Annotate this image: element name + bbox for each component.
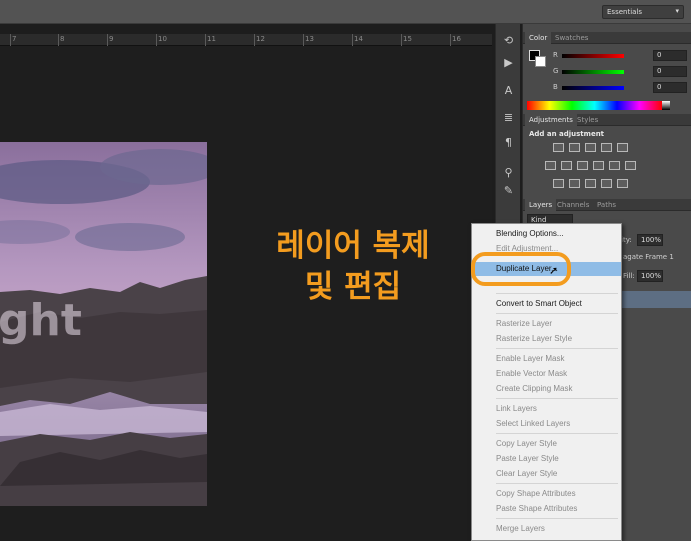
tool-presets-icon[interactable]: ✎ (499, 182, 518, 199)
posterize-icon[interactable] (569, 179, 580, 188)
threshold-icon[interactable] (585, 179, 596, 188)
menu-item-rasterize-layer-style: Rasterize Layer Style (496, 334, 573, 343)
tab-styles[interactable]: Styles (573, 114, 602, 126)
layer-name[interactable]: agate Frame 1 (623, 250, 691, 264)
ruler-number: 14 (354, 35, 363, 43)
gradient-map-icon[interactable] (601, 179, 612, 188)
image-watermark-text: ght (0, 295, 82, 346)
blue-channel-slider[interactable]: B 0 (553, 82, 691, 93)
background-color-swatch[interactable] (535, 56, 546, 67)
menu-item-create-clipping-mask: Create Clipping Mask (496, 384, 573, 393)
menu-separator (496, 348, 618, 349)
fill-field[interactable]: 100% (637, 270, 663, 282)
menu-item-link-layers: Link Layers (496, 404, 537, 413)
workspace-label: Essentials (607, 8, 643, 16)
tab-layers[interactable]: Layers (525, 199, 557, 211)
menu-item-enable-layer-mask: Enable Layer Mask (496, 354, 565, 363)
menu-item-copy-layer-style: Copy Layer Style (496, 439, 557, 448)
blue-value-field[interactable]: 0 (653, 82, 687, 93)
tab-channels[interactable]: Channels (553, 199, 593, 211)
ruler-number: 10 (158, 35, 167, 43)
ruler-number: 9 (109, 35, 114, 43)
red-value-field[interactable]: 0 (653, 50, 687, 61)
ruler-number: 12 (256, 35, 265, 43)
character-icon[interactable]: A (499, 82, 518, 99)
menu-separator (496, 293, 618, 294)
green-gradient-bar[interactable] (562, 70, 624, 74)
ruler-number: 13 (305, 35, 314, 43)
color-lookup-icon[interactable] (625, 161, 636, 170)
paragraph-icon[interactable]: ¶ (499, 134, 518, 151)
caption-line-2: 및 편집 (304, 269, 402, 305)
channel-label: G (553, 67, 559, 75)
channel-label: B (553, 83, 558, 91)
curves-icon[interactable] (585, 143, 596, 152)
history-icon[interactable]: ⟲ (499, 32, 518, 49)
grayscale-ramp[interactable] (662, 101, 670, 110)
opacity-value: 100% (641, 236, 662, 244)
green-channel-slider[interactable]: G 0 (553, 66, 691, 77)
ruler-number: 15 (403, 35, 412, 43)
ruler-number: 16 (452, 35, 461, 43)
menu-separator (496, 398, 618, 399)
ruler-number: 11 (207, 35, 216, 43)
black-white-icon[interactable] (577, 161, 588, 170)
invert-icon[interactable] (553, 179, 564, 188)
channel-label: R (553, 51, 558, 59)
clone-source-icon[interactable]: ⚲ (499, 164, 518, 181)
brush-preset-icon[interactable]: ≣ (499, 109, 518, 126)
menu-item-clear-layer-style: Clear Layer Style (496, 469, 558, 478)
ruler-number: 8 (60, 35, 65, 43)
horizontal-ruler[interactable]: 7 8 9 10 11 12 13 14 15 16 (0, 34, 492, 46)
levels-icon[interactable] (569, 143, 580, 152)
menu-separator (496, 483, 618, 484)
vibrance-icon[interactable] (617, 143, 628, 152)
adjustments-panel-tabs: Adjustments Styles (523, 114, 691, 126)
menu-item-convert-smart-object[interactable]: Convert to Smart Object (496, 297, 621, 311)
layers-panel-tabs: Layers Channels Paths (523, 199, 691, 211)
blue-gradient-bar[interactable] (562, 86, 624, 90)
menu-item-blending-options[interactable]: Blending Options... (496, 227, 621, 241)
menu-item-enable-vector-mask: Enable Vector Mask (496, 369, 568, 378)
mouse-pointer-icon: ➚ (549, 264, 559, 277)
tab-paths[interactable]: Paths (593, 199, 620, 211)
exposure-icon[interactable] (601, 143, 612, 152)
menu-item-select-linked-layers: Select Linked Layers (496, 419, 571, 428)
menu-separator (496, 313, 618, 314)
options-bar: Essentials ▾ (0, 0, 691, 24)
menu-separator (496, 518, 618, 519)
brightness-icon[interactable] (553, 143, 564, 152)
photo-filter-icon[interactable] (593, 161, 604, 170)
tab-swatches[interactable]: Swatches (551, 32, 592, 44)
menu-item-copy-shape-attributes: Copy Shape Attributes (496, 489, 576, 498)
hue-saturation-icon[interactable] (545, 161, 556, 170)
tutorial-caption: 레이어 복제 및 편집 (238, 226, 468, 308)
document-image: ght (0, 142, 207, 506)
color-spectrum-ramp[interactable] (527, 101, 662, 110)
chevron-down-icon: ▾ (675, 7, 679, 15)
tab-color[interactable]: Color (525, 32, 552, 44)
opacity-field[interactable]: 100% (637, 234, 663, 246)
channel-mixer-icon[interactable] (609, 161, 620, 170)
menu-separator (496, 433, 618, 434)
selective-color-icon[interactable] (617, 179, 628, 188)
menu-item-rasterize-layer: Rasterize Layer (496, 319, 553, 328)
ruler-number: 7 (12, 35, 17, 43)
fill-value: 100% (641, 272, 662, 280)
actions-icon[interactable]: ▶ (499, 54, 518, 71)
red-channel-slider[interactable]: R 0 (553, 50, 691, 61)
color-panel-tabs: Color Swatches (523, 32, 691, 44)
color-balance-icon[interactable] (561, 161, 572, 170)
adjustments-title: Add an adjustment (529, 130, 605, 138)
menu-item-paste-shape-attributes: Paste Shape Attributes (496, 504, 578, 513)
menu-item-merge-layers: Merge Layers (496, 524, 545, 533)
green-value-field[interactable]: 0 (653, 66, 687, 77)
menu-item-paste-layer-style: Paste Layer Style (496, 454, 559, 463)
workspace-switcher[interactable]: Essentials ▾ (602, 5, 684, 19)
caption-line-1: 레이어 복제 (276, 228, 430, 264)
tab-adjustments[interactable]: Adjustments (525, 114, 577, 126)
red-gradient-bar[interactable] (562, 54, 624, 58)
